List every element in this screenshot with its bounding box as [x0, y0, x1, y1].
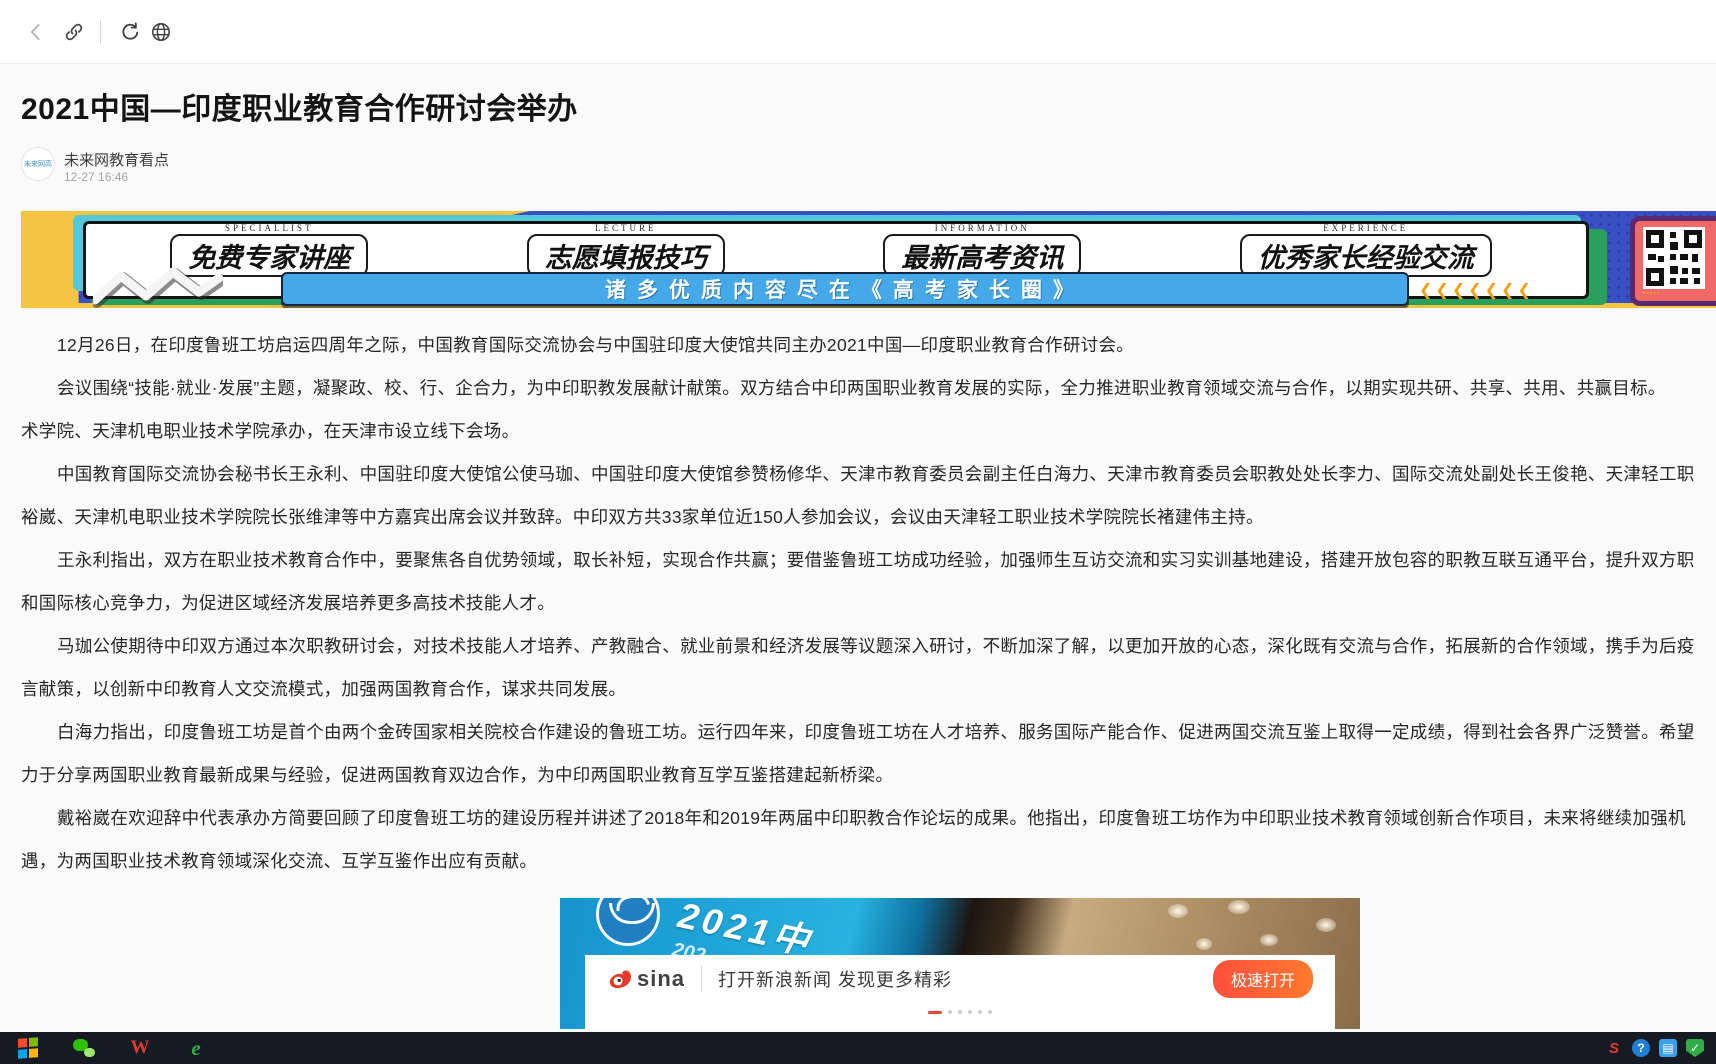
- refresh-icon[interactable]: [118, 20, 142, 44]
- article-line: 会议围绕“技能·就业·发展”主题，凝聚政、校、行、企合力，为中印职教发展献计献策…: [21, 367, 1716, 410]
- banner-item[interactable]: INFORMATION最新高考资讯: [883, 223, 1081, 277]
- windows-logo-icon: [18, 1037, 38, 1058]
- author-name[interactable]: 未来网教育看点: [64, 149, 169, 170]
- qr-code-card: ▪▪▪▪▪: [1630, 216, 1716, 306]
- banner-item[interactable]: LECTURE志愿填报技巧: [527, 223, 725, 277]
- article-line: 言献策，以创新中印教育人文交流模式，加强两国教育合作，谋求共同发展。: [21, 668, 1716, 711]
- wechat-icon: [73, 1039, 95, 1057]
- carousel-dot: [988, 1010, 992, 1014]
- sina-promo-bar[interactable]: sina 打开新浪新闻 发现更多精彩 极速打开: [585, 955, 1335, 1029]
- publish-time: 12-27 16:46: [64, 170, 128, 184]
- article-line: 马珈公使期待中印双方通过本次职教研讨会，对技术技能人才培养、产教融合、就业前景和…: [21, 625, 1716, 668]
- sina-wordmark: sina: [637, 966, 685, 992]
- browser-taskbar-icon[interactable]: e: [168, 1032, 224, 1064]
- banner-item-label-zh: 志愿填报技巧: [527, 234, 725, 277]
- author-avatar-text: 未来网高校: [24, 161, 52, 181]
- article-photo[interactable]: 2021中 202 sina 打开新浪新闻 发现更多精彩 极速打开: [560, 898, 1360, 1029]
- browser-toolbar: [0, 0, 1716, 64]
- banner-item-label-en: INFORMATION: [883, 223, 1081, 233]
- banner-item-label-en: EXPERIENCE: [1240, 223, 1492, 233]
- ceiling-light: [1196, 938, 1212, 950]
- carousel-dot: [978, 1010, 982, 1014]
- sina-eye-icon: [607, 968, 633, 990]
- w-app-icon: W: [131, 1037, 150, 1059]
- article-line: 王永利指出，双方在职业技术教育合作中，要聚焦各自优势领域，取长补短，实现合作共赢…: [21, 539, 1716, 582]
- banner-item-label-zh: 最新高考资讯: [883, 234, 1081, 277]
- safety-shield-tray-icon[interactable]: ✓: [1686, 1039, 1704, 1057]
- conference-logo-icon: [596, 898, 660, 946]
- carousel-dot-active: [928, 1011, 942, 1014]
- article-line: 遇，为两国职业技术教育领域深化交流、互学互鉴作出应有贡献。: [21, 840, 1716, 883]
- article-line: 12月26日，在印度鲁班工坊启运四周年之际，中国教育国际交流协会与中国驻印度大使…: [21, 324, 1716, 367]
- start-button[interactable]: [0, 1032, 56, 1064]
- article-line: 术学院、天津机电职业技术学院承办，在天津市设立线下会场。: [21, 410, 1716, 453]
- article-line: 和国际核心竞争力，为促进区域经济发展培养更多高技术技能人才。: [21, 582, 1716, 625]
- article-line: 裕崴、天津机电职业技术学院院长张维津等中方嘉宾出席会议并致辞。中印双方共33家单…: [21, 496, 1716, 539]
- back-icon[interactable]: [24, 20, 48, 44]
- toolbar-divider: [100, 20, 101, 44]
- banner-item-label-en: SPECIALLIST: [170, 223, 368, 233]
- sina-tray-icon[interactable]: S: [1605, 1039, 1623, 1057]
- carousel-dot: [968, 1010, 972, 1014]
- zigzag-decoration: [93, 266, 223, 308]
- ad-banner[interactable]: SPECIALLIST免费专家讲座LECTURE志愿填报技巧INFORMATIO…: [21, 211, 1716, 308]
- banner-item[interactable]: EXPERIENCE优秀家长经验交流: [1240, 223, 1492, 277]
- chevrons-decoration: ❮❮❮❮❮❮❮: [1419, 280, 1534, 300]
- banner-band-text: 诸多优质内容尽在《高考家长圈》: [605, 274, 1085, 304]
- help-tray-icon[interactable]: ?: [1632, 1039, 1650, 1057]
- banner-band: 诸多优质内容尽在《高考家长圈》: [281, 272, 1409, 306]
- sina-bar-divider: [701, 966, 702, 992]
- qr-code: [1643, 227, 1705, 289]
- pc-manager-tray-icon[interactable]: ▤: [1659, 1039, 1677, 1057]
- banner-items: SPECIALLIST免费专家讲座LECTURE志愿填报技巧INFORMATIO…: [91, 223, 1571, 275]
- windows-taskbar: W e S ? ▤ ✓: [0, 1032, 1716, 1064]
- ceiling-light: [1260, 934, 1278, 946]
- author-avatar[interactable]: 未来网高校: [21, 147, 55, 181]
- banner-item-label-en: LECTURE: [527, 223, 725, 233]
- qr-caption: ▪▪▪▪▪: [1643, 290, 1716, 297]
- carousel-dot: [948, 1010, 952, 1014]
- sina-logo: sina: [607, 966, 685, 992]
- article-line: 力于分享两国职业教育最新成果与经验，促进两国教育双边合作，为中印两国职业教育互学…: [21, 754, 1716, 797]
- article-line: 中国教育国际交流协会秘书长王永利、中国驻印度大使馆公使马珈、中国驻印度大使馆参赞…: [21, 453, 1716, 496]
- open-fast-button[interactable]: 极速打开: [1213, 960, 1313, 998]
- browser-e-icon: e: [191, 1036, 200, 1061]
- ceiling-light: [1228, 900, 1250, 914]
- ceiling-light: [1316, 918, 1336, 932]
- banner-item-label-zh: 优秀家长经验交流: [1240, 234, 1492, 277]
- article-body: 12月26日，在印度鲁班工坊启运四周年之际，中国教育国际交流协会与中国驻印度大使…: [21, 324, 1716, 883]
- sina-promo-message: 打开新浪新闻 发现更多精彩: [718, 966, 952, 992]
- article-line: 戴裕崴在欢迎辞中代表承办方简要回顾了印度鲁班工坊的建设历程并讲述了2018年和2…: [21, 797, 1716, 840]
- link-icon[interactable]: [62, 20, 86, 44]
- w-app-taskbar-icon[interactable]: W: [112, 1032, 168, 1064]
- system-tray: S ? ▤ ✓: [1605, 1039, 1716, 1057]
- article-line: 白海力指出，印度鲁班工坊是首个由两个金砖国家相关院校合作建设的鲁班工坊。运行四年…: [21, 711, 1716, 754]
- globe-icon[interactable]: [149, 20, 173, 44]
- wechat-taskbar-icon[interactable]: [56, 1032, 112, 1064]
- carousel-dots: [585, 1003, 1335, 1021]
- carousel-dot: [958, 1010, 962, 1014]
- page-title: 2021中国—印度职业教育合作研讨会举办: [21, 84, 578, 128]
- ceiling-light: [1168, 904, 1188, 918]
